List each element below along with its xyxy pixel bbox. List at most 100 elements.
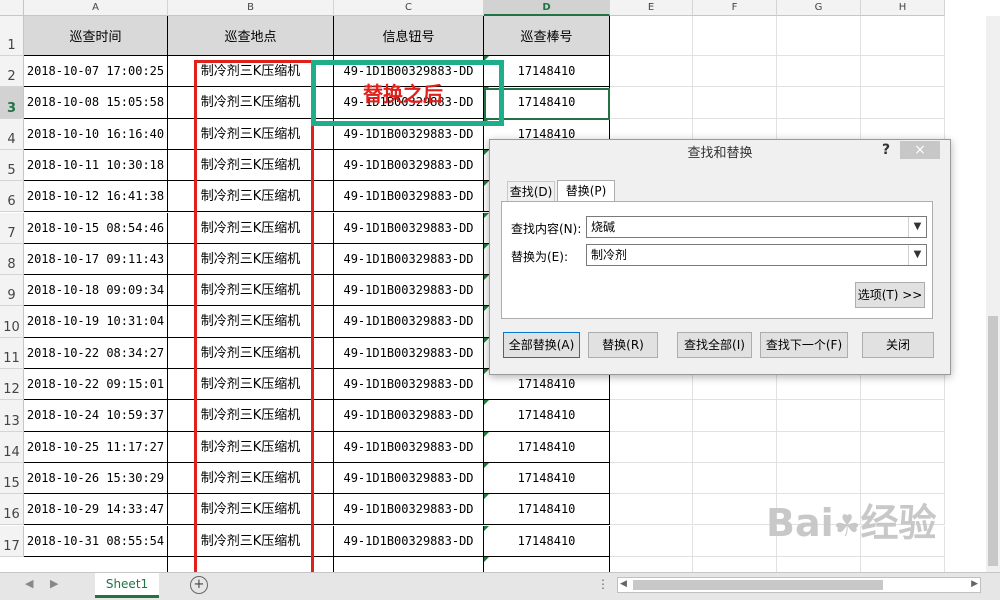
next-sheet-icon[interactable]: ▶ bbox=[50, 577, 58, 590]
row-header[interactable]: 6 bbox=[0, 181, 24, 213]
column-header-b[interactable]: B bbox=[168, 0, 334, 16]
row-header[interactable]: 17 bbox=[0, 525, 24, 557]
row-header[interactable]: 12 bbox=[0, 369, 24, 401]
data-cell[interactable]: 49-1D1B00329883-DD bbox=[334, 243, 484, 276]
row-header[interactable]: 14 bbox=[0, 431, 24, 463]
add-sheet-icon[interactable]: + bbox=[190, 576, 208, 594]
chevron-down-icon[interactable]: ▼ bbox=[908, 245, 926, 265]
column-header-c[interactable]: C bbox=[334, 0, 484, 16]
column-header-h[interactable]: H bbox=[861, 0, 945, 16]
tab-replace[interactable]: 替换(P) bbox=[557, 180, 615, 202]
more-options-icon[interactable]: ⋮ bbox=[597, 577, 609, 591]
column-header-a[interactable]: A bbox=[24, 0, 168, 16]
data-cell[interactable]: 49-1D1B00329883-DD bbox=[334, 181, 484, 213]
header-cell[interactable]: 巡查地点 bbox=[168, 16, 334, 56]
close-icon[interactable]: × bbox=[900, 141, 940, 159]
data-cell[interactable]: 49-1D1B00329883-DD bbox=[334, 462, 484, 495]
column-header-f[interactable]: F bbox=[693, 0, 777, 16]
close-button[interactable]: 关闭 bbox=[862, 332, 934, 358]
data-cell[interactable]: 49-1D1B00329883-DD bbox=[334, 369, 484, 401]
data-cell[interactable]: 2018-10-25 11:17:27 bbox=[24, 431, 168, 463]
row-header[interactable]: 10 bbox=[0, 306, 24, 338]
row-header[interactable]: 15 bbox=[0, 462, 24, 495]
data-cell[interactable]: 2018-10-22 08:34:27 bbox=[24, 337, 168, 369]
row-header[interactable]: 7 bbox=[0, 212, 24, 244]
vertical-scrollbar[interactable] bbox=[986, 16, 1000, 572]
vertical-scroll-thumb[interactable] bbox=[988, 316, 998, 566]
replace-with-input[interactable]: 制冷剂 ▼ bbox=[586, 244, 927, 266]
row-header[interactable]: 13 bbox=[0, 400, 24, 432]
data-cell[interactable]: 49-1D1B00329883-DD bbox=[334, 212, 484, 244]
data-cell[interactable]: 2018-10-17 09:11:43 bbox=[24, 243, 168, 276]
data-cell[interactable]: 49-1D1B00329883-DD bbox=[334, 400, 484, 432]
row-header[interactable]: 2 bbox=[0, 56, 24, 88]
sheet-tab[interactable]: Sheet1 bbox=[95, 573, 159, 598]
data-cell[interactable]: 2018-10-31 08:55:54 bbox=[24, 525, 168, 557]
prev-sheet-icon[interactable]: ◀ bbox=[25, 577, 33, 590]
replace-all-button[interactable]: 全部替换(A) bbox=[503, 332, 580, 358]
column-header-d[interactable]: D bbox=[484, 0, 610, 16]
options-button[interactable]: 选项(T) >> bbox=[855, 282, 925, 308]
column-header-e[interactable]: E bbox=[610, 0, 693, 16]
header-cell[interactable]: 巡查时间 bbox=[24, 16, 168, 56]
data-cell[interactable]: 17148410 bbox=[484, 400, 610, 432]
scroll-right-icon[interactable]: ▶ bbox=[971, 579, 978, 589]
data-cell[interactable]: 2018-10-11 10:30:18 bbox=[24, 149, 168, 182]
horizontal-scrollbar[interactable]: ◀ ▶ bbox=[617, 577, 981, 593]
data-cell[interactable]: 2018-10-10 16:16:40 bbox=[24, 118, 168, 150]
data-cell[interactable] bbox=[24, 556, 168, 572]
data-cell[interactable]: 17148410 bbox=[484, 431, 610, 463]
row-header[interactable]: 4 bbox=[0, 118, 24, 150]
data-cell[interactable]: 17148410 bbox=[484, 462, 610, 495]
find-what-value: 烧碱 bbox=[591, 220, 616, 234]
data-cell[interactable]: 2018-10-15 08:54:46 bbox=[24, 212, 168, 244]
column-header-g[interactable]: G bbox=[777, 0, 861, 16]
find-what-input[interactable]: 烧碱 ▼ bbox=[586, 216, 927, 238]
data-cell[interactable]: 49-1D1B00329883-DD bbox=[334, 494, 484, 526]
data-cell[interactable]: 49-1D1B00329883-DD bbox=[334, 337, 484, 369]
data-cell[interactable]: 49-1D1B00329883-DD bbox=[334, 149, 484, 182]
data-cell[interactable]: 2018-10-18 09:09:34 bbox=[24, 275, 168, 307]
tab-find[interactable]: 查找(D) bbox=[507, 181, 555, 201]
data-cell[interactable] bbox=[484, 556, 610, 572]
data-cell[interactable]: 2018-10-08 15:05:58 bbox=[24, 87, 168, 119]
scroll-left-icon[interactable]: ◀ bbox=[620, 579, 627, 589]
replace-tab-panel: 查找内容(N): 烧碱 ▼ 替换为(E): 制冷剂 ▼ 选项(T) >> bbox=[501, 201, 933, 319]
data-cell[interactable]: 2018-10-26 15:30:29 bbox=[24, 462, 168, 495]
data-cell[interactable]: 17148410 bbox=[484, 494, 610, 526]
row-header[interactable]: 11 bbox=[0, 337, 24, 369]
data-cell[interactable]: 2018-10-12 16:41:38 bbox=[24, 181, 168, 213]
row-header[interactable]: 8 bbox=[0, 243, 24, 276]
data-cell[interactable]: 49-1D1B00329883-DD bbox=[334, 306, 484, 338]
annotation-text: 替换之后 bbox=[363, 82, 443, 106]
chevron-down-icon[interactable]: ▼ bbox=[908, 217, 926, 237]
dialog-title: 查找和替换 bbox=[687, 146, 753, 161]
row-header[interactable]: 1 bbox=[0, 16, 24, 56]
highlight-box-red bbox=[194, 60, 314, 572]
data-cell[interactable]: 49-1D1B00329883-DD bbox=[334, 431, 484, 463]
replace-with-label: 替换为(E): bbox=[511, 250, 568, 264]
data-cell[interactable]: 2018-10-24 10:59:37 bbox=[24, 400, 168, 432]
data-cell[interactable]: 49-1D1B00329883-DD bbox=[334, 275, 484, 307]
data-cell[interactable]: 2018-10-22 09:15:01 bbox=[24, 369, 168, 401]
row-header[interactable]: 9 bbox=[0, 275, 24, 307]
data-cell[interactable]: 17148410 bbox=[484, 525, 610, 557]
find-next-button[interactable]: 查找下一个(F) bbox=[760, 332, 848, 358]
data-cell[interactable]: 2018-10-29 14:33:47 bbox=[24, 494, 168, 526]
data-cell[interactable]: 2018-10-07 17:00:25 bbox=[24, 56, 168, 88]
replace-button[interactable]: 替换(R) bbox=[588, 332, 658, 358]
watermark-logo: Bai☘经验 bbox=[766, 501, 937, 545]
row-header[interactable]: 16 bbox=[0, 494, 24, 526]
row-header[interactable]: 5 bbox=[0, 149, 24, 182]
row-header[interactable]: 3 bbox=[0, 87, 24, 119]
find-all-button[interactable]: 查找全部(I) bbox=[677, 332, 752, 358]
select-all-corner[interactable] bbox=[0, 0, 24, 16]
header-cell[interactable]: 信息钮号 bbox=[334, 16, 484, 56]
data-cell[interactable]: 49-1D1B00329883-DD bbox=[334, 525, 484, 557]
data-cell[interactable] bbox=[334, 556, 484, 572]
horizontal-scroll-thumb[interactable] bbox=[633, 580, 883, 590]
data-cell[interactable]: 2018-10-19 10:31:04 bbox=[24, 306, 168, 338]
help-icon[interactable]: ? bbox=[882, 142, 890, 158]
sheet-tab-bar: ◀ ▶ Sheet1 + ⋮ ◀ ▶ bbox=[0, 572, 1000, 600]
header-cell[interactable]: 巡查棒号 bbox=[484, 16, 610, 56]
